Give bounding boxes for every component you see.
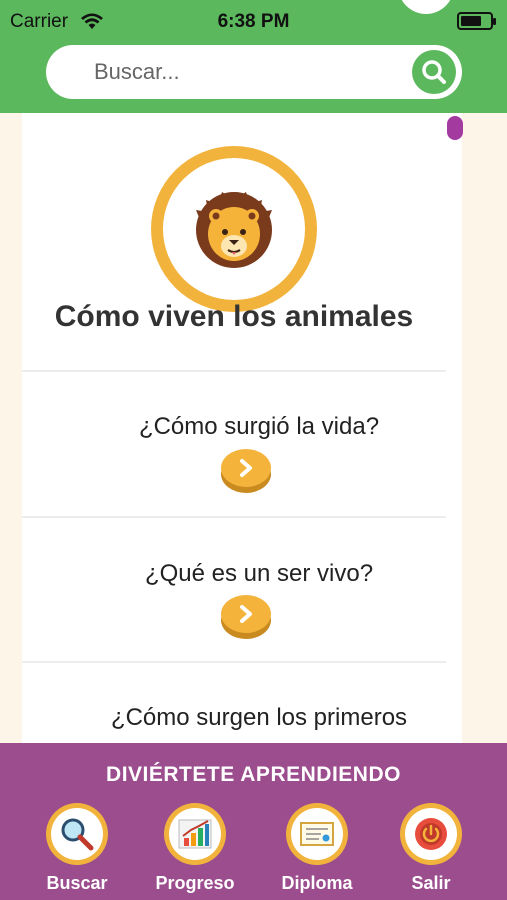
diploma-icon — [300, 822, 334, 846]
topic-label[interactable]: ¿Cómo surgen los primeros — [22, 704, 496, 732]
nav-label: Diploma — [281, 873, 353, 893]
bottom-nav: DIVIÉRTETE APRENDIENDO Buscar Progreso D… — [0, 743, 507, 900]
chart-icon — [178, 819, 212, 849]
chevron-right-icon — [240, 605, 252, 623]
clock: 6:38 PM — [217, 11, 290, 32]
search-bar — [46, 45, 462, 99]
nav-label: Salir — [411, 873, 451, 893]
topic-go-button[interactable] — [221, 595, 271, 639]
nav-salir[interactable]: Salir — [376, 801, 486, 896]
topic-card: Cómo viven los animales ¿Cómo surgió la … — [22, 113, 462, 743]
page-title: Cómo viven los animales — [54, 300, 414, 333]
topic-label[interactable]: ¿Qué es un ser vivo? — [22, 560, 496, 588]
topic-go-button[interactable] — [221, 449, 271, 493]
topic-label[interactable]: ¿Cómo surgió la vida? — [22, 413, 496, 441]
bottom-title: DIVIÉRTETE APRENDIENDO — [106, 763, 401, 786]
content-scroll[interactable]: Cómo viven los animales ¿Cómo surgió la … — [0, 113, 507, 743]
battery-icon — [457, 12, 496, 30]
search-button[interactable] — [412, 50, 456, 94]
nav-buscar[interactable]: Buscar — [22, 801, 132, 896]
nav-diploma[interactable]: Diploma — [262, 801, 372, 896]
magnifier-icon — [61, 818, 94, 851]
app-header: Carrier 6:38 PM — [0, 0, 507, 113]
search-icon — [422, 60, 446, 84]
lion-icon — [196, 192, 272, 268]
power-icon — [415, 818, 447, 850]
scrollbar-thumb[interactable] — [447, 116, 463, 140]
hero-badge — [151, 146, 317, 312]
nav-label: Progreso — [155, 873, 235, 893]
nav-label: Buscar — [46, 873, 108, 893]
divider — [22, 661, 446, 663]
divider — [22, 516, 446, 518]
chevron-right-icon — [240, 459, 252, 477]
nav-progreso[interactable]: Progreso — [140, 801, 250, 896]
divider — [22, 370, 446, 372]
search-input[interactable] — [94, 45, 394, 99]
